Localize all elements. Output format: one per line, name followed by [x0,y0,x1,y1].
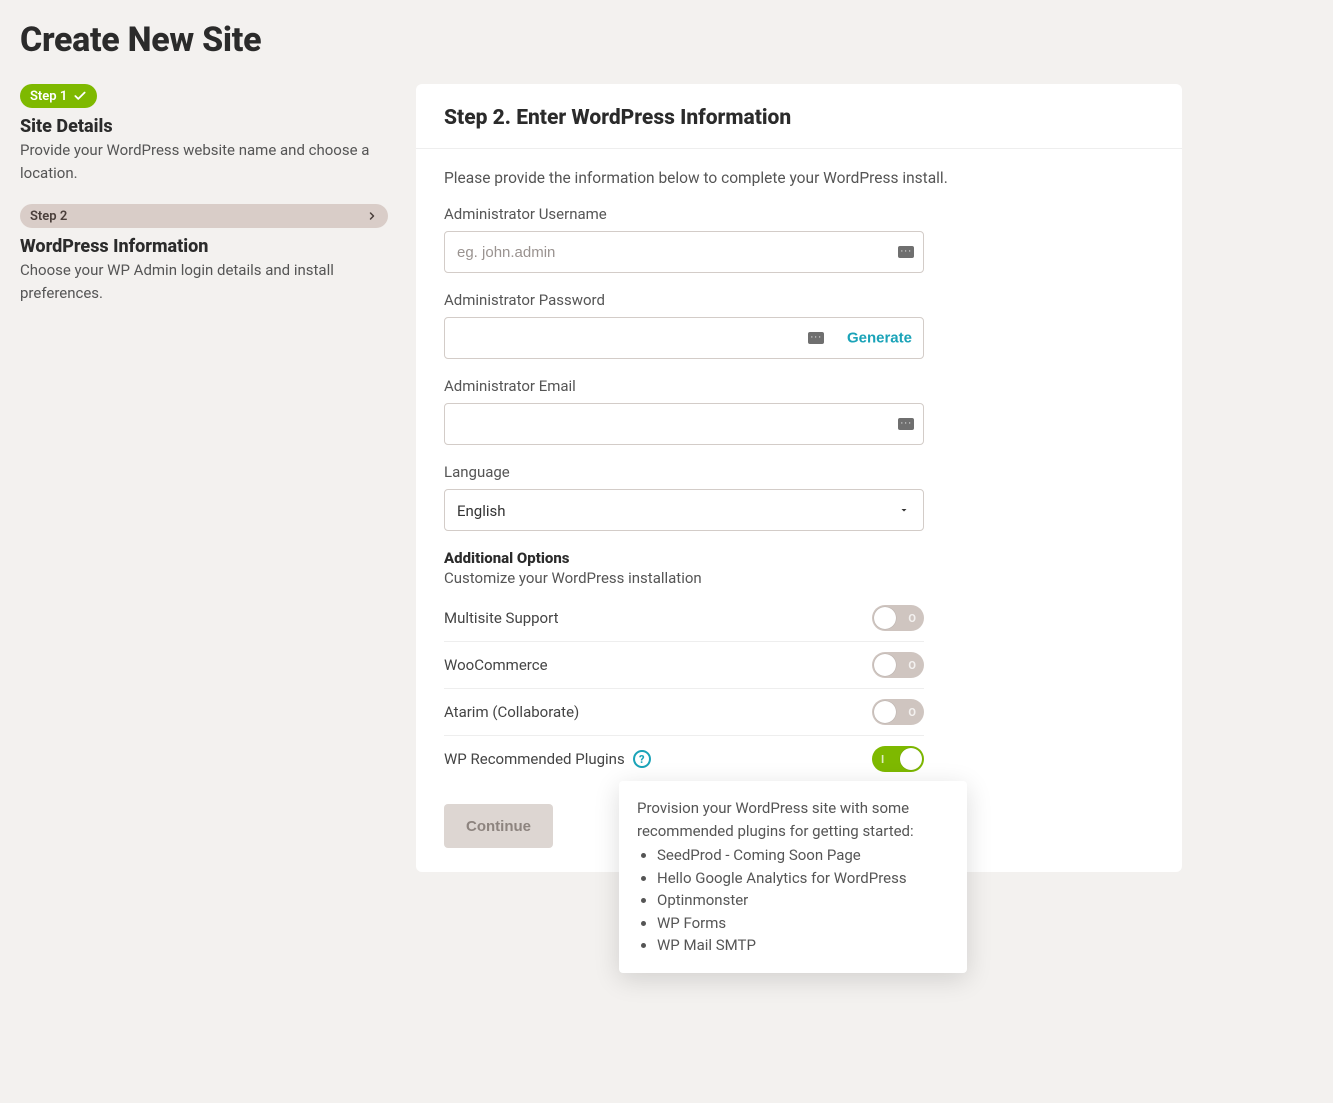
toggle-switch[interactable]: I [872,746,924,772]
toggle-label-text: Atarim (Collaborate) [444,703,579,721]
toggle-label: WooCommerce [444,656,548,674]
toggle-row: Atarim (Collaborate) O [444,689,924,736]
autofill-icon[interactable] [898,418,914,430]
toggle-label: Atarim (Collaborate) [444,703,579,721]
toggle-knob [874,701,896,723]
steps-sidebar: Step 1 Site Details Provide your WordPre… [20,84,388,324]
step-1-title: Site Details [20,116,388,137]
toggle-label: WP Recommended Plugins? [444,750,651,768]
page-title: Create New Site [20,20,1313,60]
additional-options-title: Additional Options [444,549,1154,567]
toggle-label-text: WooCommerce [444,656,548,674]
email-input[interactable] [444,403,924,445]
step-2-block[interactable]: Step 2 WordPress Information Choose your… [20,204,388,304]
toggle-label-text: Multisite Support [444,609,558,627]
toggle-switch[interactable]: O [872,605,924,631]
email-label: Administrator Email [444,377,1154,395]
toggle-row: WooCommerce O [444,642,924,689]
step-2-desc: Choose your WP Admin login details and i… [20,259,388,304]
tooltip-list-item: Optinmonster [657,889,949,912]
check-icon [73,89,87,103]
autofill-icon[interactable] [898,246,914,258]
step-2-chip-label: Step 2 [30,209,67,224]
toggle-switch[interactable]: O [872,652,924,678]
step-2-title: WordPress Information [20,236,388,257]
toggle-row: WP Recommended Plugins? I [444,736,924,782]
step-1-chip: Step 1 [20,84,97,108]
language-label: Language [444,463,1154,481]
toggle-state-label: I [881,753,884,766]
help-icon[interactable]: ? [633,750,651,768]
toggle-label-text: WP Recommended Plugins [444,750,625,768]
username-input[interactable] [444,231,924,273]
tooltip-list: SeedProd - Coming Soon PageHello Google … [637,844,949,957]
username-label: Administrator Username [444,205,1154,223]
toggle-knob [874,607,896,629]
additional-options-list: Multisite SupportOWooCommerceOAtarim (Co… [444,595,924,782]
autofill-icon[interactable] [808,332,824,344]
continue-button[interactable]: Continue [444,804,553,848]
language-select[interactable]: English [444,489,924,531]
toggle-knob [900,748,922,770]
step-1-chip-label: Step 1 [30,89,67,104]
wordpress-info-card: Step 2. Enter WordPress Information Plea… [416,84,1182,872]
toggle-knob [874,654,896,676]
chevron-right-icon [366,210,378,222]
card-intro: Please provide the information below to … [444,169,1154,187]
card-heading: Step 2. Enter WordPress Information [444,106,1154,130]
toggle-state-label: O [908,612,916,625]
tooltip-list-item: SeedProd - Coming Soon Page [657,844,949,867]
toggle-state-label: O [908,659,916,672]
recommended-plugins-tooltip: Provision your WordPress site with some … [619,781,967,973]
toggle-label: Multisite Support [444,609,558,627]
toggle-state-label: O [908,706,916,719]
additional-options-subtitle: Customize your WordPress installation [444,569,1154,587]
password-label: Administrator Password [444,291,1154,309]
toggle-row: Multisite Support O [444,595,924,642]
tooltip-text: Provision your WordPress site with some … [637,797,949,842]
tooltip-list-item: WP Forms [657,912,949,935]
tooltip-list-item: Hello Google Analytics for WordPress [657,867,949,890]
toggle-switch[interactable]: O [872,699,924,725]
tooltip-list-item: WP Mail SMTP [657,934,949,957]
step-1-desc: Provide your WordPress website name and … [20,139,388,184]
generate-password-button[interactable]: Generate [847,330,912,347]
step-2-chip: Step 2 [20,204,388,228]
step-1-block[interactable]: Step 1 Site Details Provide your WordPre… [20,84,388,184]
